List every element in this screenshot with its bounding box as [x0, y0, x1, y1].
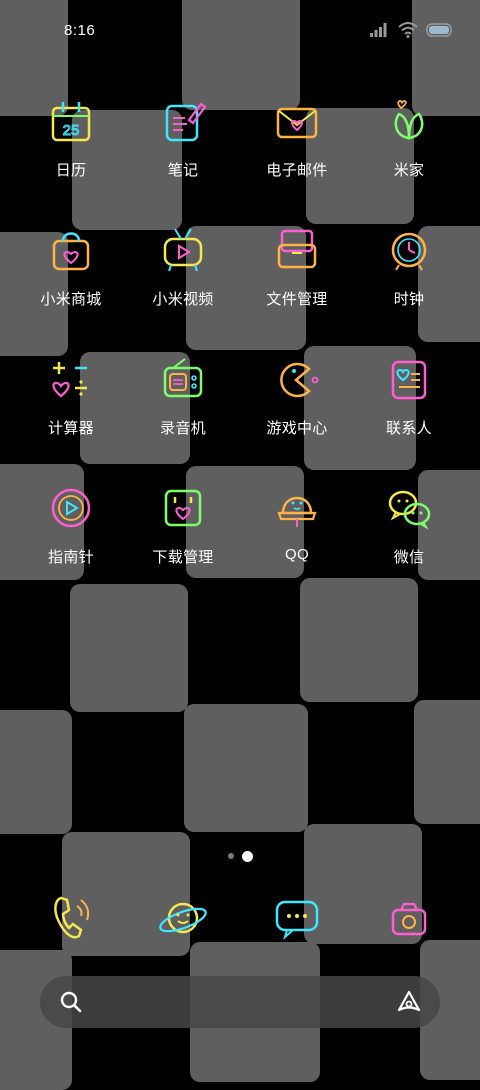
app-label: 下载管理: [152, 549, 214, 566]
mijia-icon: [394, 100, 424, 140]
app-label: 笔记: [167, 162, 199, 179]
app-label: 计算器: [48, 420, 94, 437]
app-email[interactable]: 电子邮件: [241, 90, 353, 200]
app-compass[interactable]: 指南针: [15, 477, 127, 587]
folder-icon: [277, 229, 317, 269]
app-label: QQ: [285, 546, 309, 563]
shopping-bag-icon: [52, 232, 90, 271]
app-label: 微信: [393, 549, 425, 566]
page-dot-active[interactable]: [241, 850, 253, 862]
dock-camera[interactable]: [353, 886, 465, 952]
status-bar: 8:16: [0, 0, 480, 62]
app-contacts[interactable]: 联系人: [353, 348, 465, 458]
app-game-center[interactable]: 游戏中心: [241, 348, 353, 458]
clock-icon: [391, 232, 427, 271]
app-file-manager[interactable]: 文件管理: [241, 219, 353, 329]
app-label: 小米商城: [40, 291, 102, 308]
battery-icon: [426, 23, 452, 37]
app-clock[interactable]: 时钟: [353, 219, 465, 329]
search-bar[interactable]: [40, 976, 440, 1028]
app-label: 电子邮件: [266, 162, 328, 179]
app-download-manager[interactable]: 下载管理: [127, 477, 239, 587]
email-icon: [276, 107, 318, 139]
app-label: 联系人: [386, 420, 432, 437]
dock-phone[interactable]: [15, 886, 127, 952]
wifi-icon: [398, 22, 418, 38]
contacts-icon: [391, 360, 427, 400]
status-time: 8:16: [64, 22, 96, 39]
dock: [0, 886, 480, 952]
radio-recorder-icon: [163, 358, 203, 398]
calculator-icon: [52, 362, 87, 398]
app-label: 录音机: [160, 420, 206, 437]
tv-icon: [163, 228, 203, 272]
app-label: 米家: [393, 162, 425, 179]
page-dot[interactable]: [227, 853, 234, 859]
search-icon[interactable]: [58, 989, 84, 1015]
download-icon: [164, 489, 202, 527]
camera-icon: [391, 902, 427, 936]
message-bubble-icon: [275, 900, 319, 940]
app-calculator[interactable]: 计算器: [15, 348, 127, 458]
app-label: 时钟: [393, 291, 425, 308]
wechat-icon: [388, 490, 431, 530]
phone-icon: [54, 896, 90, 939]
signal-bars-icon: [370, 23, 387, 37]
calendar-icon: 25: [51, 102, 91, 142]
dock-browser[interactable]: [127, 886, 239, 952]
compass-icon: [51, 488, 91, 528]
app-label: 小米视频: [152, 291, 214, 308]
pacman-icon: [280, 362, 319, 398]
app-label: 指南针: [48, 549, 94, 566]
qq-penguin-icon: [277, 496, 317, 527]
app-calendar[interactable]: 25 日历: [15, 90, 127, 200]
planet-smile-icon: [159, 902, 207, 934]
app-wechat[interactable]: 微信: [353, 477, 465, 587]
calendar-date: 25: [63, 122, 80, 139]
app-recorder[interactable]: 录音机: [127, 348, 239, 458]
app-mijia[interactable]: 米家: [353, 90, 465, 200]
app-notes[interactable]: 笔记: [127, 90, 239, 200]
app-qq[interactable]: QQ: [241, 477, 353, 587]
status-icons: [370, 22, 454, 38]
app-label: 游戏中心: [266, 420, 328, 437]
notes-icon: [165, 102, 207, 142]
app-xiaomi-mall[interactable]: 小米商城: [15, 219, 127, 329]
app-xiaomi-video[interactable]: 小米视频: [127, 219, 239, 329]
app-label: 日历: [55, 162, 87, 179]
assistant-icon[interactable]: [396, 989, 422, 1015]
page-indicator[interactable]: [0, 848, 480, 864]
dock-messages[interactable]: [241, 886, 353, 952]
app-label: 文件管理: [266, 291, 328, 308]
